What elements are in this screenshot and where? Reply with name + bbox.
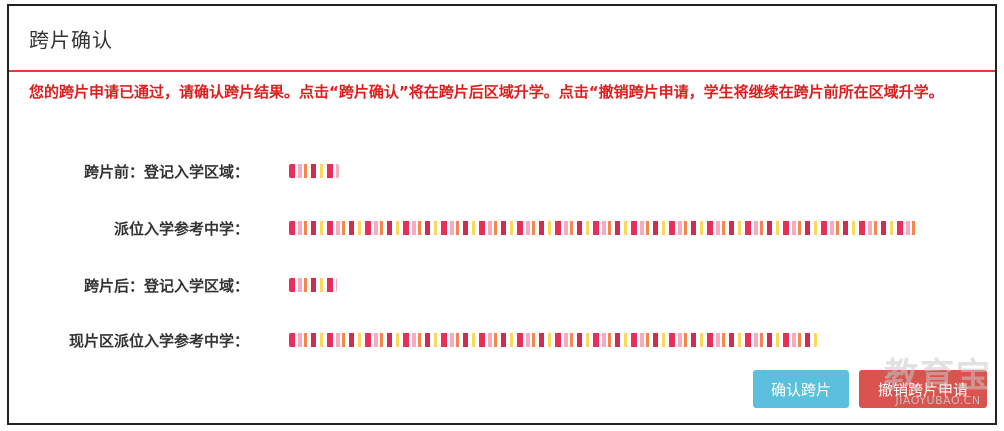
redacted-value bbox=[289, 221, 919, 235]
field-label: 派位入学参考中学： bbox=[113, 219, 249, 238]
redacted-value bbox=[289, 333, 819, 347]
confirm-transfer-button[interactable]: 确认跨片 bbox=[753, 370, 849, 408]
redacted-value bbox=[289, 164, 339, 178]
field-label: 现片区派位入学参考中学： bbox=[68, 331, 249, 350]
redacted-value bbox=[289, 278, 337, 292]
field-label: 跨片前：登记入学区域： bbox=[83, 162, 249, 181]
dialog-title: 跨片确认 bbox=[29, 27, 113, 52]
cancel-transfer-button[interactable]: 撤销跨片申请 bbox=[859, 370, 987, 408]
modal-dialog: 跨片确认 您的跨片申请已通过，请确认跨片结果。点击“跨片确认”将在跨片后区域升学… bbox=[7, 4, 997, 425]
field-label: 跨片后：登记入学区域： bbox=[83, 276, 249, 295]
notice-text: 您的跨片申请已通过，请确认跨片结果。点击“跨片确认”将在跨片后区域升学。点击“撤… bbox=[29, 83, 944, 101]
dialog-header: 跨片确认 bbox=[9, 6, 995, 72]
